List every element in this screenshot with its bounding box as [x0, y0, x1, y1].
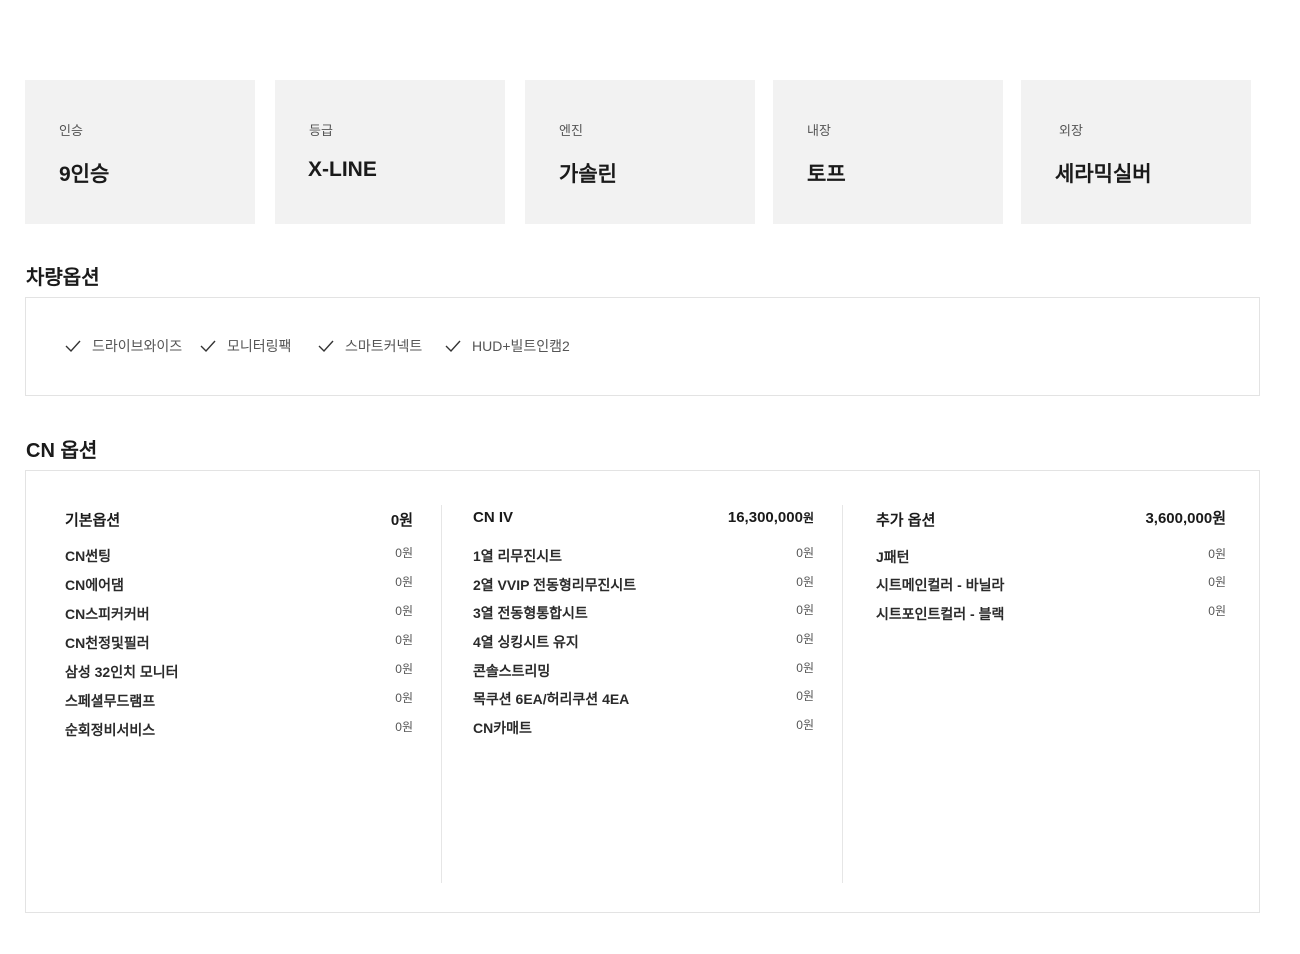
cn-option-price: 0원	[395, 546, 413, 560]
cn-option-name: 목쿠션 6EA/허리쿠션 4EA	[473, 691, 630, 707]
spec-value: X-LINE	[308, 158, 377, 181]
cn-option-name: 콘솔스트리밍	[473, 663, 551, 679]
check-icon	[65, 340, 81, 353]
spec-card-exterior: 외장 세라믹실버	[1021, 80, 1251, 224]
cn-option-name: CN썬팅	[65, 548, 111, 564]
vehicle-option-item: HUD+빌트인캠2	[444, 336, 570, 356]
check-icon	[318, 340, 334, 353]
spec-cards: 인승 9인승 등급 X-LINE 엔진 가솔린 내장 토프 외장 세라믹실버	[25, 80, 1255, 224]
cn-option-price: 0원	[395, 691, 413, 705]
spec-label: 엔진	[559, 123, 583, 138]
cn-option-row: 2열 VVIP 전동형리무진시트 0원	[473, 573, 814, 593]
cn-option-name: 시트포인트컬러 - 블랙	[876, 606, 1005, 622]
cn-options-box: 기본옵션 0원 CN썬팅 0원 CN에어댐 0원 CN스피커커버 0원 CN천정및필러…	[25, 470, 1260, 913]
spec-value: 가솔린	[559, 163, 617, 186]
cn-column-price: 16,300,000원	[727, 509, 814, 526]
cn-option-name: 스페셜무드램프	[65, 693, 156, 709]
vehicle-option-label: 스마트커넥트	[345, 338, 423, 354]
spec-label: 등급	[309, 123, 333, 138]
cn-option-row: CN에어댐 0원	[65, 573, 413, 593]
spec-label: 외장	[1059, 123, 1083, 138]
cn-option-row: 삼성 32인치 모니터 0원	[65, 660, 413, 680]
cn-column-name: 기본옵션	[65, 512, 121, 529]
spec-value: 세라믹실버	[1055, 163, 1152, 186]
cn-option-row: J패턴 0원	[876, 545, 1226, 565]
cn-option-price: 0원	[395, 633, 413, 647]
cn-column-name: 추가 옵션	[876, 512, 936, 529]
spec-card-interior: 내장 토프	[773, 80, 1003, 224]
vehicle-option-item: 드라이브와이즈	[64, 336, 182, 356]
spec-value: 토프	[807, 163, 846, 186]
cn-option-name: CN스피커커버	[65, 606, 150, 622]
cn-option-price: 0원	[395, 662, 413, 676]
cn-option-row: 순회정비서비스 0원	[65, 718, 413, 738]
cn-options-title: CN 옵션	[26, 440, 98, 462]
cn-option-price: 0원	[395, 720, 413, 734]
vehicle-option-label: 드라이브와이즈	[92, 338, 183, 354]
cn-option-price: 0원	[796, 661, 814, 675]
column-divider	[842, 505, 843, 883]
cn-option-row: 시트메인컬러 - 바닐라 0원	[876, 573, 1226, 593]
cn-option-price: 0원	[796, 632, 814, 646]
cn-option-row: CN카매트 0원	[473, 716, 814, 736]
cn-column-header: 추가 옵션 3,600,000원	[876, 507, 1226, 531]
vehicle-option-item: 모니터링팩	[199, 336, 291, 356]
cn-option-name: CN카매트	[473, 720, 532, 736]
cn-option-name: 시트메인컬러 - 바닐라	[876, 577, 1005, 593]
cn-option-name: 삼성 32인치 모니터	[65, 664, 179, 680]
cn-option-price: 0원	[796, 603, 814, 617]
cn-column-name: CN IV	[473, 509, 514, 526]
spec-label: 인승	[59, 123, 83, 138]
cn-option-row: 3열 전동형통합시트 0원	[473, 601, 814, 621]
spec-label: 내장	[807, 123, 831, 138]
cn-option-price: 0원	[796, 546, 814, 560]
cn-option-row: CN천정및필러 0원	[65, 631, 413, 651]
spec-value: 9인승	[59, 163, 110, 186]
cn-option-row: 시트포인트컬러 - 블랙 0원	[876, 602, 1226, 622]
cn-column-header: CN IV 16,300,000원	[473, 507, 814, 531]
cn-option-row: 4열 싱킹시트 유지 0원	[473, 630, 814, 650]
vehicle-option-item: 스마트커넥트	[317, 336, 422, 356]
cn-option-price: 0원	[1208, 604, 1226, 618]
cn-option-price: 0원	[395, 604, 413, 618]
cn-option-price: 0원	[796, 689, 814, 703]
cn-option-price: 0원	[1208, 575, 1226, 589]
cn-option-name: 4열 싱킹시트 유지	[473, 634, 579, 650]
cn-option-row: 콘솔스트리밍 0원	[473, 659, 814, 679]
cn-column-price: 3,600,000원	[1145, 510, 1226, 527]
cn-option-row: 목쿠션 6EA/허리쿠션 4EA 0원	[473, 687, 814, 707]
cn-option-name: CN에어댐	[65, 577, 124, 593]
cn-option-name: 2열 VVIP 전동형리무진시트	[473, 577, 637, 593]
cn-option-name: 3열 전동형통합시트	[473, 605, 588, 621]
column-divider	[441, 505, 442, 883]
cn-option-name: 순회정비서비스	[65, 722, 156, 738]
spec-card-engine: 엔진 가솔린	[525, 80, 755, 224]
cn-option-price: 0원	[796, 575, 814, 589]
cn-column-header: 기본옵션 0원	[65, 507, 413, 531]
cn-column-price: 0원	[390, 512, 413, 529]
cn-option-row: CN스피커커버 0원	[65, 602, 413, 622]
cn-option-row: 스페셜무드램프 0원	[65, 689, 413, 709]
cn-option-name: J패턴	[876, 549, 910, 565]
cn-option-name: 1열 리무진시트	[473, 548, 562, 564]
cn-option-row: CN썬팅 0원	[65, 544, 413, 564]
spec-card-grade: 등급 X-LINE	[275, 80, 505, 224]
vehicle-options-box: 드라이브와이즈 모니터링팩 스마트커넥트 HUD+빌트인캠2	[25, 297, 1260, 396]
check-icon	[200, 340, 216, 353]
cn-option-price: 0원	[1208, 547, 1226, 561]
spec-card-seats: 인승 9인승	[25, 80, 255, 224]
cn-option-price: 0원	[395, 575, 413, 589]
cn-option-name: CN천정및필러	[65, 635, 150, 651]
vehicle-options-title: 차량옵션	[26, 267, 100, 289]
cn-option-row: 1열 리무진시트 0원	[473, 544, 814, 564]
check-icon	[445, 340, 461, 353]
cn-option-price: 0원	[796, 718, 814, 732]
vehicle-option-label: HUD+빌트인캠2	[472, 338, 570, 354]
vehicle-option-label: 모니터링팩	[227, 338, 292, 354]
